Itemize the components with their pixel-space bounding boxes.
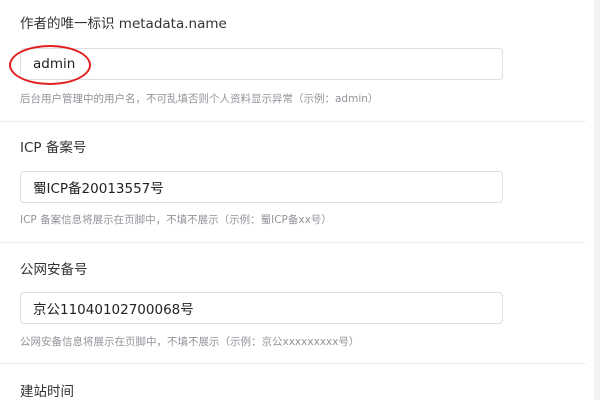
icp-input[interactable]	[20, 171, 503, 203]
public-security-input[interactable]	[20, 292, 503, 324]
divider	[0, 363, 586, 364]
settings-form: 作者的唯一标识 metadata.name 后台用户管理中的用户名，不可乱填否则…	[0, 0, 600, 400]
author-name-input[interactable]	[20, 48, 503, 80]
field-hint-icp: ICP 备案信息将展示在页脚中，不填不展示（示例：蜀ICP备xx号）	[20, 214, 332, 226]
divider	[0, 121, 586, 122]
divider	[0, 242, 586, 243]
field-hint-public-security: 公网安备信息将展示在页脚中，不填不展示（示例：京公xxxxxxxxx号）	[20, 336, 360, 348]
field-label-icp: ICP 备案号	[20, 140, 87, 156]
scrollbar[interactable]	[594, 0, 600, 400]
field-label-public-security: 公网安备号	[20, 262, 88, 278]
field-label-author-name: 作者的唯一标识 metadata.name	[20, 16, 227, 32]
field-label-site-created: 建站时间	[20, 384, 74, 400]
field-hint-author-name: 后台用户管理中的用户名，不可乱填否则个人资料显示异常（示例：admin）	[20, 93, 379, 105]
